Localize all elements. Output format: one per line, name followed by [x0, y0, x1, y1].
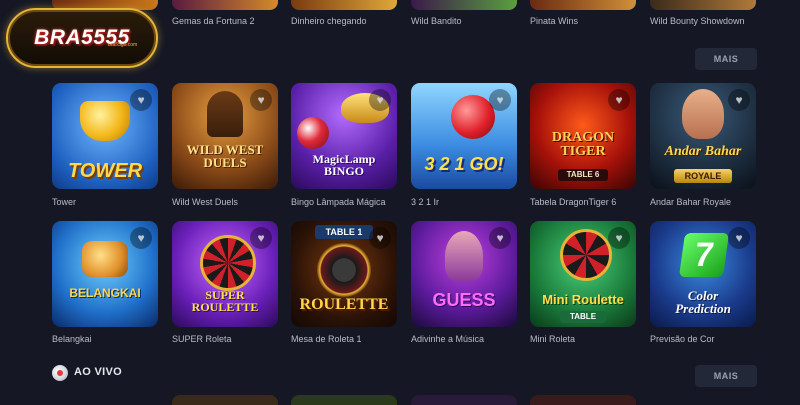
game-tile-partial[interactable]	[530, 0, 636, 10]
art-text: DRAGON TIGER	[551, 130, 615, 159]
art-text: MagicLamp BINGO	[312, 152, 376, 178]
game-label: Andar Bahar Royale	[650, 197, 732, 207]
heart-icon[interactable]: ♥	[489, 227, 511, 249]
game-tile-partial[interactable]	[411, 0, 517, 10]
brand-logo[interactable]: BRA5555 bra55go.com	[6, 8, 158, 68]
heart-icon[interactable]: ♥	[728, 227, 750, 249]
art-text: ROULETTE	[299, 296, 389, 313]
game-label: Wild Bounty Showdown	[650, 16, 745, 26]
game-card-magic-lamp-bingo[interactable]: MagicLamp BINGO ♥	[291, 83, 397, 189]
more-button[interactable]: MAIS	[695, 48, 757, 70]
heart-icon[interactable]: ♥	[369, 227, 391, 249]
game-card-dragon-tiger[interactable]: DRAGON TIGER TABLE 6 ♥	[530, 83, 636, 189]
game-tile-partial[interactable]	[172, 395, 278, 405]
royale-badge: ROYALE	[674, 169, 732, 183]
game-card-color-prediction[interactable]: 7 Color Prediction ♥	[650, 221, 756, 327]
game-tile-partial[interactable]	[291, 395, 397, 405]
game-label: Dinheiro chegando	[291, 16, 367, 26]
game-label: Bingo Lâmpada Mágica	[291, 197, 386, 207]
game-label: Belangkai	[52, 334, 92, 344]
heart-icon[interactable]: ♥	[608, 89, 630, 111]
game-card-andar-bahar[interactable]: Andar Bahar ROYALE ♥	[650, 83, 756, 189]
game-label: Adivinhe a Música	[411, 334, 485, 344]
game-label: Gemas da Fortuna 2	[172, 16, 255, 26]
game-label: Tower	[52, 197, 77, 207]
section-title: AO VIVO	[74, 366, 122, 378]
table-badge: TABLE 1	[315, 225, 373, 239]
logo-subtext: bra55go.com	[108, 42, 138, 48]
art-text: BELANGKAI	[69, 286, 141, 300]
more-button[interactable]: MAIS	[695, 365, 757, 387]
game-card-wild-west-duels[interactable]: WILD WEST DUELS ♥	[172, 83, 278, 189]
game-label: Wild West Duels	[172, 197, 238, 207]
art-text: Color Prediction	[675, 288, 731, 316]
art-text: Andar Bahar	[664, 144, 742, 159]
heart-icon[interactable]: ♥	[728, 89, 750, 111]
game-card-mini-roleta[interactable]: Mini Roulette TABLE ♥	[530, 221, 636, 327]
game-card-super-roleta[interactable]: SUPER ROULETTE ♥	[172, 221, 278, 327]
game-label: Tabela DragonTiger 6	[530, 197, 617, 207]
heart-icon[interactable]: ♥	[130, 89, 152, 111]
heart-icon[interactable]: ♥	[250, 89, 272, 111]
game-label: 3 2 1 Ir	[411, 197, 440, 207]
heart-icon[interactable]: ♥	[130, 227, 152, 249]
game-label: Pinata Wins	[530, 16, 579, 26]
game-card-tower[interactable]: TOWER ♥	[52, 83, 158, 189]
table-badge: TABLE 6	[558, 169, 608, 181]
art-text: GUESS	[432, 290, 496, 310]
seven-tile: 7	[678, 233, 730, 277]
art-text: SUPER ROULETTE	[191, 288, 259, 314]
game-label: Previsão de Cor	[650, 334, 715, 344]
game-tile-partial[interactable]	[650, 0, 756, 10]
art-text: Mini Roulette	[542, 292, 624, 307]
live-icon	[52, 365, 68, 381]
game-card-belangkai[interactable]: BELANGKAI ♥	[52, 221, 158, 327]
game-tile-partial[interactable]	[291, 0, 397, 10]
game-tile-partial[interactable]	[530, 395, 636, 405]
game-label: SUPER Roleta	[172, 334, 232, 344]
art-text: WILD WEST DUELS	[186, 142, 264, 170]
heart-icon[interactable]: ♥	[489, 89, 511, 111]
heart-icon[interactable]: ♥	[369, 89, 391, 111]
table-badge: TABLE	[560, 311, 606, 323]
game-card-321-go[interactable]: 3 2 1 GO! ♥	[411, 83, 517, 189]
art-text: TOWER	[67, 160, 143, 182]
game-label: Mesa de Roleta 1	[291, 334, 362, 344]
art-text: 3 2 1 GO!	[424, 154, 504, 174]
game-card-guess[interactable]: GUESS ♥	[411, 221, 517, 327]
game-card-mesa-roleta[interactable]: TABLE 1 ROULETTE ♥	[291, 221, 397, 327]
game-tile-partial[interactable]	[172, 0, 278, 10]
game-label: Wild Bandito	[411, 16, 462, 26]
game-label: Mini Roleta	[530, 334, 576, 344]
game-tile-partial[interactable]	[411, 395, 517, 405]
heart-icon[interactable]: ♥	[250, 227, 272, 249]
heart-icon[interactable]: ♥	[608, 227, 630, 249]
